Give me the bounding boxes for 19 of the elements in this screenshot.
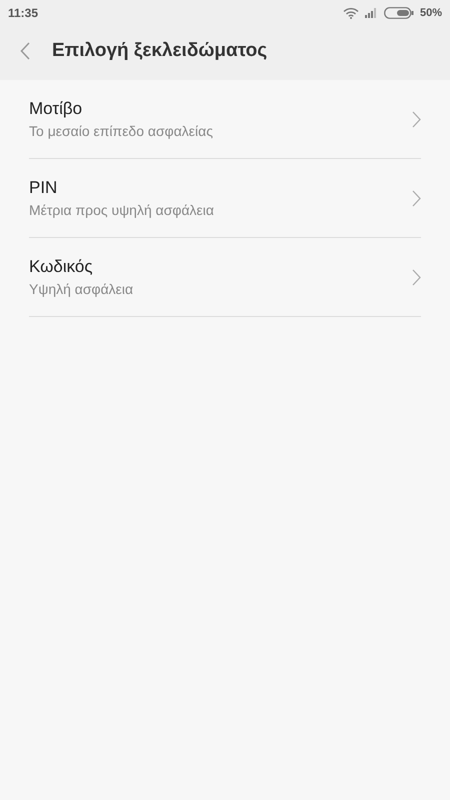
page-title: Επιλογή ξεκλειδώματος bbox=[52, 40, 268, 62]
option-title: Μοτίβο bbox=[29, 99, 84, 119]
signal-icon bbox=[364, 8, 378, 18]
battery-percent: 50% bbox=[420, 6, 442, 18]
option-title: PIN bbox=[29, 178, 58, 198]
back-icon bbox=[20, 42, 30, 60]
battery-icon bbox=[384, 6, 414, 18]
unlock-option[interactable]: PIN Μέτρια προς υψηλή ασφάλεια bbox=[29, 159, 421, 238]
chevron-icon bbox=[412, 110, 421, 128]
unlock-option[interactable]: Μοτίβο Το μεσαίο επίπεδο ασφαλείας bbox=[29, 80, 421, 159]
option-subtitle: Υψηλή ασφάλεια bbox=[29, 281, 134, 297]
chevron-icon bbox=[412, 268, 421, 286]
option-subtitle: Το μεσαίο επίπεδο ασφαλείας bbox=[29, 123, 213, 139]
status-time: 11:35 bbox=[8, 6, 38, 20]
option-subtitle: Μέτρια προς υψηλή ασφάλεια bbox=[29, 202, 214, 218]
option-title: Κωδικός bbox=[29, 257, 94, 277]
unlock-option[interactable]: Κωδικός Υψηλή ασφάλεια bbox=[29, 238, 421, 317]
wifi-icon bbox=[342, 6, 359, 18]
chevron-icon bbox=[412, 190, 421, 206]
